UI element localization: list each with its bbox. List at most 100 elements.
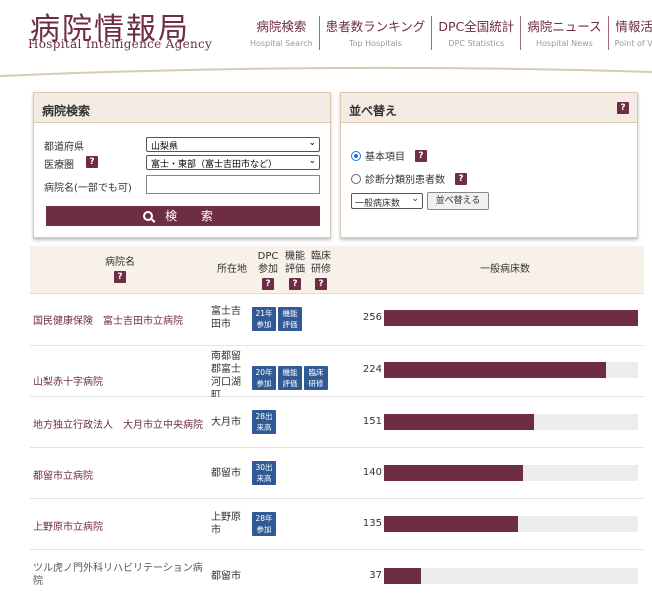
bed-bar-fill [384,362,607,378]
hospital-location: 都留市 [211,571,241,582]
results-table-header: 病院名 ? 所在地 DPC 参加 ? 機能 評価 ? 臨床 研修 ? 一般病床数 [30,246,644,294]
search-button[interactable]: 検 索 [46,206,320,226]
nav-item-point-of-view[interactable]: 情報活用 Point of View [609,16,652,50]
column-header-clinical[interactable]: 臨床 研修 ? [309,250,333,290]
column-header-name-label: 病院名 [105,257,135,268]
sort-option-diagnosis[interactable]: 診断分類別患者数 ? [351,171,467,186]
nav-sublabel: Hospital Search [250,39,313,48]
help-icon[interactable]: ? [315,278,327,290]
table-row: ツル虎ノ門外科リハビリテーション病院 都留市 37 [30,550,644,600]
chevron-down-icon: ⌄ [308,156,316,166]
sort-field-select[interactable]: 一般病床数 ⌄ [351,193,423,209]
hospital-search-panel: 病院検索 都道府県 山梨県 ⌄ 医療圏 ? 富士・東部（富士吉田市など） ⌄ 病… [33,92,331,238]
bed-bar [384,516,638,532]
column-header-beds[interactable]: 一般病床数 [430,263,580,276]
sort-option-basic-label: 基本項目 [365,152,405,163]
nav-label: 患者数ランキング [325,19,426,34]
sort-option-diagnosis-label: 診断分類別患者数 [365,175,445,186]
nav-item-hospital-search[interactable]: 病院検索 Hospital Search [244,16,320,50]
table-row: 国民健康保険 富士吉田市立病院 富士吉田市 21年 参加 機能 評価 256 [30,295,644,346]
site-header: 病院情報局 Hospital Intelligence Agency 病院検索 … [0,0,652,78]
chevron-down-icon: ⌄ [411,194,419,204]
help-icon[interactable]: ? [415,149,427,162]
main-nav: 病院検索 Hospital Search 患者数ランキング Top Hospit… [244,16,652,50]
table-row: 上野原市立病院 上野原市 28年 参加 135 [30,499,644,550]
region-select-value: 富士・東部（富士吉田市など） [151,160,278,170]
bed-bar-fill [384,465,523,481]
hospital-name-link[interactable]: 山梨赤十字病院 [33,373,103,388]
column-header-dpc-label: DPC 参加 [257,251,279,275]
bed-bar-fill [384,414,534,430]
nav-label: 情報活用 [615,19,652,34]
bed-count: 151 [362,416,382,427]
clinical-badge: 臨床 研修 [304,366,328,390]
nav-sublabel: Top Hospitals [349,39,402,48]
bed-count: 140 [362,467,382,478]
bed-count: 37 [369,570,382,581]
nav-item-dpc-stats[interactable]: DPC全国統計 DPC Statistics [432,16,522,50]
hospital-location: 大月市 [211,417,241,428]
help-icon[interactable]: ? [289,278,301,290]
help-icon[interactable]: ? [617,102,629,114]
hospital-name-link[interactable]: ツル虎ノ門外科リハビリテーション病院 [33,562,211,588]
bed-bar [384,568,638,584]
sort-field-select-value: 一般病床数 [355,199,401,209]
hospital-location: 南都留郡富士河口湖町 [211,351,241,401]
column-header-name[interactable]: 病院名 ? [90,256,150,283]
search-icon [143,211,154,221]
sort-panel-title-text: 並べ替え [349,104,398,118]
hospital-name-input[interactable] [146,175,320,194]
prefecture-select-value: 山梨県 [151,142,179,152]
hospital-name-link[interactable]: 国民健康保険 富士吉田市立病院 [33,312,183,327]
hospital-location: 富士吉田市 [211,306,241,330]
hospital-name-link[interactable]: 地方独立行政法人 大月市立中央病院 [33,416,203,431]
help-icon[interactable]: ? [455,172,467,185]
function-badge: 機能 評価 [278,307,302,331]
radio-unselected-icon[interactable] [351,173,361,184]
nav-item-news[interactable]: 病院ニュース Hospital News [521,16,609,50]
help-icon[interactable]: ? [114,271,126,283]
hospital-name-link[interactable]: 都留市立病院 [33,467,93,482]
bed-bar [384,414,638,430]
bed-count: 224 [362,364,382,375]
nav-label: DPC全国統計 [438,19,515,34]
nav-label: 病院ニュース [527,19,602,34]
nav-label: 病院検索 [256,19,307,34]
bed-bar-fill [384,310,638,326]
dpc-badge: 21年 参加 [252,307,276,331]
help-icon[interactable]: ? [262,278,274,290]
dpc-badge: 28年 参加 [252,512,276,536]
column-header-function[interactable]: 機能 評価 ? [283,250,307,290]
nav-sublabel: Point of View [614,39,652,48]
hospital-name-link[interactable]: 上野原市立病院 [33,518,103,533]
prefecture-select[interactable]: 山梨県 ⌄ [146,137,320,152]
column-header-location: 所在地 [217,264,247,275]
dpc-badge: 20年 参加 [252,366,276,390]
bed-bar-fill [384,568,421,584]
column-header-dpc[interactable]: DPC 参加 ? [256,250,280,290]
radio-selected-icon[interactable] [351,150,361,161]
chevron-down-icon: ⌄ [308,138,316,148]
column-header-function-label: 機能 評価 [285,251,305,275]
bed-bar [384,362,638,378]
nav-sublabel: DPC Statistics [448,39,505,48]
dpc-badge: 30出 来高 [252,461,276,485]
help-icon[interactable]: ? [86,156,98,168]
nav-sublabel: Hospital News [536,39,593,48]
bed-count: 135 [362,518,382,529]
hospital-location: 上野原市 [211,512,241,536]
site-logo-subtitle: Hospital Intelligence Agency [28,37,213,51]
region-select[interactable]: 富士・東部（富士吉田市など） ⌄ [146,155,320,170]
bed-bar [384,465,638,481]
sort-panel: 並べ替え ? 基本項目 ? 診断分類別患者数 ? 一般病床数 ⌄ 並べ替える [340,92,638,238]
sort-option-basic[interactable]: 基本項目 ? [351,148,427,163]
bed-bar-fill [384,516,518,532]
table-row: 地方独立行政法人 大月市立中央病院 大月市 28出 来高 151 [30,397,644,448]
region-label: 医療圏 [44,160,74,171]
function-badge: 機能 評価 [278,366,302,390]
table-row: 山梨赤十字病院 南都留郡富士河口湖町 20年 参加 機能 評価 臨床 研修 22… [30,346,644,401]
nav-item-ranking[interactable]: 患者数ランキング Top Hospitals [320,16,433,50]
search-panel-title: 病院検索 [34,93,330,123]
sort-panel-title: 並べ替え ? [341,93,637,123]
sort-button[interactable]: 並べ替える [427,192,489,210]
